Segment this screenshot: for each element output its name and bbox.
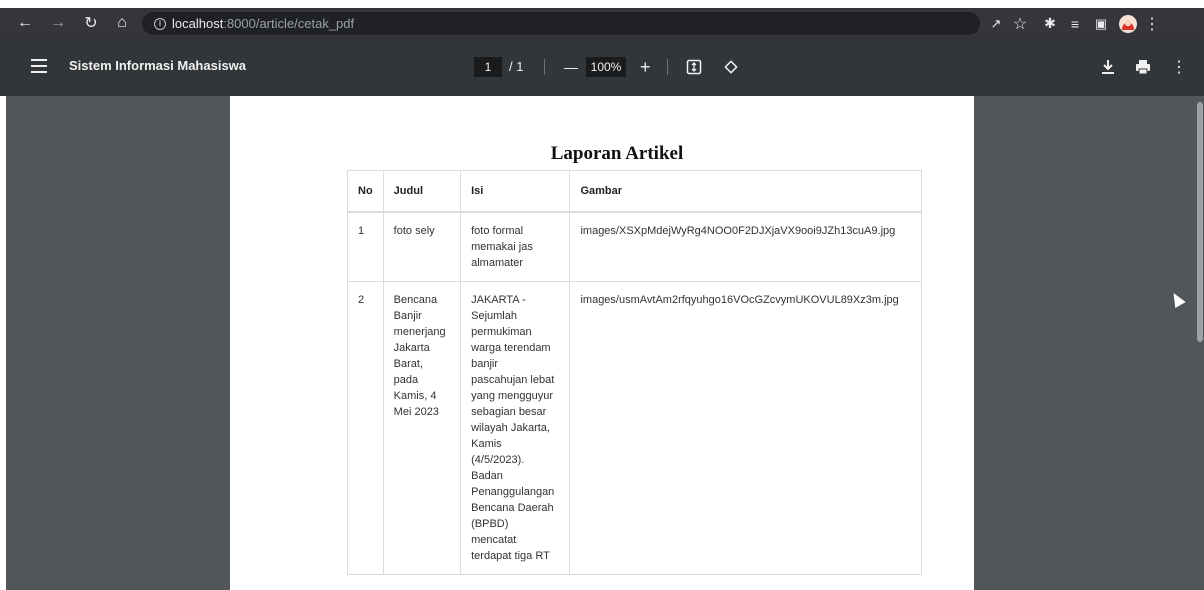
column-header-no: No xyxy=(347,170,384,213)
column-header-isi: Isi xyxy=(460,170,571,213)
pdf-toolbar: Sistem Informasi Mahasiswa 1 / 1 — 100% … xyxy=(0,39,1204,96)
reload-icon[interactable]: ↻ xyxy=(80,12,102,34)
hamburger-menu-icon[interactable] xyxy=(31,59,47,73)
site-info-icon[interactable]: i xyxy=(154,17,166,30)
cell-isi: foto formal memakai jas almamater xyxy=(460,211,571,282)
back-icon[interactable]: ← xyxy=(14,12,36,34)
table-header-row: No Judul Isi Gambar xyxy=(347,170,922,213)
browser-actions: ↗ ☆ xyxy=(984,8,1032,39)
divider xyxy=(544,59,545,75)
cell-judul: Bencana Banjir menerjang Jakarta Barat, … xyxy=(382,281,462,575)
scrollbar-thumb[interactable] xyxy=(1197,102,1203,342)
address-bar[interactable]: i localhost:8000/article/cetak_pdf xyxy=(142,12,980,35)
cell-no: 2 xyxy=(347,281,384,575)
table-row: 1 foto sely foto formal memakai jas alma… xyxy=(347,211,922,282)
cell-isi: JAKARTA - Sejumlah permukiman warga tere… xyxy=(460,281,571,575)
scrollbar[interactable] xyxy=(1196,96,1204,590)
cell-gambar: images/usmAvtAm2rfqyuhgo16VOcGZcvymUKOVU… xyxy=(569,281,922,575)
table-row: 2 Bencana Banjir menerjang Jakarta Barat… xyxy=(347,281,922,575)
pdf-page: Laporan Artikel No Judul Isi Gambar 1 fo… xyxy=(230,96,974,590)
extensions-icon[interactable]: ✱ xyxy=(1038,13,1062,35)
report-table: No Judul Isi Gambar 1 foto sely foto for… xyxy=(347,170,922,575)
more-options-icon[interactable]: ⋮ xyxy=(1168,55,1190,79)
cell-judul: foto sely xyxy=(382,211,462,282)
screen: ← → ↻ ⌂ i localhost:8000/article/cetak_p… xyxy=(0,0,1204,590)
home-icon[interactable]: ⌂ xyxy=(111,12,133,34)
zoom-in-button[interactable]: + xyxy=(640,57,651,77)
browser-menu-icon[interactable]: ⋮ xyxy=(1142,13,1162,35)
page-total: / 1 xyxy=(509,59,524,74)
share-icon[interactable]: ↗ xyxy=(984,13,1008,35)
cell-no: 1 xyxy=(347,211,384,282)
rotate-icon[interactable] xyxy=(720,55,742,79)
caption-strip xyxy=(0,0,1204,8)
bookmark-star-icon[interactable]: ☆ xyxy=(1008,13,1032,35)
url-path: :8000/article/cetak_pdf xyxy=(223,16,355,31)
reading-list-icon[interactable]: ≡ xyxy=(1062,13,1088,35)
pdf-title: Sistem Informasi Mahasiswa xyxy=(69,58,247,73)
forward-icon[interactable]: → xyxy=(47,12,69,34)
side-panel-icon[interactable]: ▣ xyxy=(1088,13,1114,35)
extension-actions: ✱ ≡ ▣ ⋮ xyxy=(1038,8,1162,39)
fit-page-icon[interactable] xyxy=(683,55,705,79)
column-header-gambar: Gambar xyxy=(569,170,922,213)
url-host: localhost xyxy=(172,16,224,31)
divider xyxy=(667,59,668,75)
browser-toolbar: ← → ↻ ⌂ i localhost:8000/article/cetak_p… xyxy=(0,8,1204,39)
window-edge xyxy=(0,96,6,590)
zoom-input[interactable]: 100% xyxy=(586,57,626,77)
document-title: Laporan Artikel xyxy=(550,143,684,164)
page-number-input[interactable]: 1 xyxy=(474,57,502,77)
download-icon[interactable] xyxy=(1097,55,1119,79)
cell-gambar: images/XSXpMdejWyRg4NOO0F2DJXjaVX9ooi9JZ… xyxy=(569,211,922,282)
print-icon[interactable] xyxy=(1132,55,1154,79)
profile-avatar-icon[interactable] xyxy=(1114,13,1142,35)
zoom-out-button[interactable]: — xyxy=(564,57,578,77)
column-header-judul: Judul xyxy=(382,170,462,213)
